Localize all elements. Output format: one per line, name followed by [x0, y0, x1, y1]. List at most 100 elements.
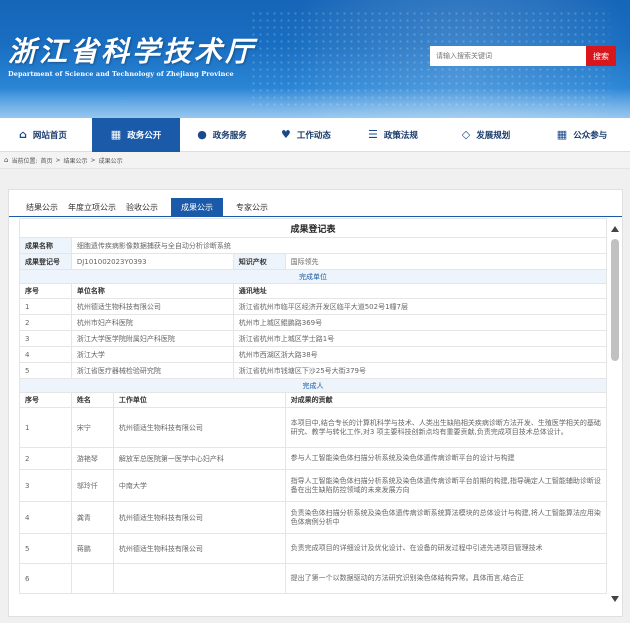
col-header: 工作单位 — [112, 392, 286, 408]
breadcrumb-item-current[interactable]: 成果公示 — [99, 156, 123, 165]
units-section-title: 完成单位 — [19, 269, 607, 284]
table-row: 1 宋宁 杭州德适生物科技有限公司 本项目中,结合专长的计算机科学与技术、人类出… — [19, 407, 607, 448]
tab-underline — [9, 216, 622, 217]
cell-address: 杭州市西湖区浙大路38号 — [232, 346, 607, 363]
table-row: 3 邬玲仟 中南大学 指导人工智能染色体扫描分析系统及染色体遗传病诊断平台前期的… — [19, 469, 607, 502]
cell-index: 1 — [19, 298, 72, 315]
col-header: 序号 — [19, 283, 72, 299]
tab-annual-project[interactable]: 年度立项公示 — [63, 198, 121, 216]
tab-expert[interactable]: 专家公示 — [231, 198, 273, 216]
col-header: 单位名称 — [70, 283, 234, 299]
people-icon: ▦ — [556, 128, 568, 141]
cell-contribution: 本项目中,结合专长的计算机科学与技术、人类出生缺陷相关疾病诊断方法开发、生殖医学… — [284, 407, 607, 448]
chat-icon: ● — [197, 128, 207, 141]
breadcrumb: ⌂ 当前位置: 首页 > 结果公示 > 成果公示 — [0, 152, 630, 169]
reg-label: 成果登记号 — [19, 253, 72, 270]
table-row: 6 提出了第一个以数据驱动的方法研究识别染色体结构异常。具体而言,结合正 — [19, 563, 607, 594]
nav-item-gov-service[interactable]: ● 政务服务 — [180, 118, 264, 152]
cell-unit: 杭州市妇产科医院 — [70, 314, 234, 331]
scroll-up-icon[interactable] — [611, 226, 619, 232]
search-box: 搜索 — [430, 46, 616, 66]
scroll-down-icon[interactable] — [611, 596, 619, 602]
table-row: 5 浙江省医疗器械检验研究院 浙江省杭州市钱塘区下沙25号大街379号 — [19, 362, 607, 379]
breadcrumb-sep: > — [55, 156, 61, 164]
cell-index: 3 — [19, 469, 72, 502]
cell-index: 5 — [19, 533, 72, 564]
scroll-thumb[interactable] — [611, 239, 619, 361]
cell-index: 6 — [19, 563, 72, 594]
tab-bar: 结果公示 年度立项公示 验收公示 成果公示 专家公示 — [21, 198, 273, 216]
nav-item-gov-open[interactable]: ▦ 政务公开 — [92, 117, 180, 152]
breadcrumb-prefix: 当前位置: — [11, 157, 38, 165]
cell-employer — [112, 563, 286, 594]
cell-person: 游艳琴 — [70, 447, 114, 470]
cell-person: 邬玲仟 — [70, 469, 114, 502]
vertical-scrollbar[interactable] — [610, 226, 620, 610]
content-panel: 结果公示 年度立项公示 验收公示 成果公示 专家公示 成果登记表 成果名称 细胞… — [8, 189, 623, 617]
site-logo-cn[interactable]: 浙江省科学技术厅 — [8, 30, 256, 70]
record-title: 成果登记表 — [19, 218, 607, 238]
cell-index: 4 — [19, 501, 72, 534]
cell-index: 2 — [19, 314, 72, 331]
tab-result-notice[interactable]: 结果公示 — [21, 198, 63, 216]
table-row: 2 杭州市妇产科医院 杭州市上城区鲲鹏路369号 — [19, 314, 607, 331]
location-icon: ⌂ — [4, 156, 9, 164]
cell-contribution: 负责染色体扫描分析系统及染色体遗传病诊断系统算法模块的总体设计与构建,将人工智能… — [284, 501, 607, 534]
table-row: 4 龚青 杭州德适生物科技有限公司 负责染色体扫描分析系统及染色体遗传病诊断系统… — [19, 501, 607, 534]
header-fade — [0, 88, 630, 118]
record-table: 成果登记表 成果名称 细胞遗传疾病影像数据捕获与全自动分析诊断系统 成果登记号 … — [19, 218, 607, 594]
table-row: 3 浙江大学医学院附属妇产科医院 浙江省杭州市上城区学士路1号 — [19, 330, 607, 347]
breadcrumb-item-home[interactable]: 首页 — [40, 156, 52, 165]
search-input[interactable] — [430, 46, 586, 66]
cell-unit: 浙江省医疗器械检验研究院 — [70, 362, 234, 379]
heart-icon: ♥ — [281, 128, 291, 141]
cell-index: 2 — [19, 447, 72, 470]
grid-icon: ▦ — [110, 128, 122, 141]
col-header: 姓名 — [70, 392, 114, 408]
nav-item-planning[interactable]: ◇ 发展规划 — [438, 118, 534, 152]
breadcrumb-item-results[interactable]: 结果公示 — [64, 156, 88, 165]
cell-contribution: 提出了第一个以数据驱动的方法研究识别染色体结构异常。具体而言,结合正 — [284, 563, 607, 594]
cell-unit: 杭州德适生物科技有限公司 — [70, 298, 234, 315]
cell-person: 蒋鹏 — [70, 533, 114, 564]
col-header: 对成果的贡献 — [284, 392, 607, 408]
cell-address: 浙江省杭州市临平区经济开发区临平大道502号1幢7层 — [232, 298, 607, 315]
list-icon: ☰ — [368, 128, 378, 141]
nav-item-work-news[interactable]: ♥ 工作动态 — [264, 118, 348, 152]
table-row: 5 蒋鹏 杭州德适生物科技有限公司 负责完成项目的详细设计及优化设计、在设备的研… — [19, 533, 607, 564]
cell-index: 3 — [19, 330, 72, 347]
home-icon: ⌂ — [19, 128, 27, 141]
tab-acceptance[interactable]: 验收公示 — [121, 198, 163, 216]
reg-value: DJ101002023Y0393 — [70, 253, 234, 270]
nav-item-policy[interactable]: ☰ 政策法规 — [348, 118, 438, 152]
name-label: 成果名称 — [19, 237, 72, 254]
cell-unit: 浙江大学医学院附属妇产科医院 — [70, 330, 234, 347]
cell-person — [70, 563, 114, 594]
col-header: 序号 — [19, 392, 72, 408]
table-row: 2 游艳琴 解放军总医院第一医学中心妇产科 参与人工智能染色体扫描分析系统及染色… — [19, 447, 607, 470]
cell-contribution: 负责完成项目的详细设计及优化设计、在设备的研发过程中引进先进项目管理技术 — [284, 533, 607, 564]
cell-employer: 杭州德适生物科技有限公司 — [112, 501, 286, 534]
cell-address: 浙江省杭州市上城区学士路1号 — [232, 330, 607, 347]
ip-label: 知识产权 — [232, 253, 286, 270]
handshake-icon: ◇ — [461, 128, 471, 141]
tab-achievement[interactable]: 成果公示 — [171, 198, 223, 216]
cell-unit: 浙江大学 — [70, 346, 234, 363]
nav-item-public[interactable]: ▦ 公众参与 — [534, 118, 630, 152]
table-row: 4 浙江大学 杭州市西湖区浙大路38号 — [19, 346, 607, 363]
ip-value: 国际领先 — [284, 253, 607, 270]
cell-index: 1 — [19, 407, 72, 448]
breadcrumb-sep: > — [90, 156, 96, 164]
record-scroll-area[interactable]: 成果登记表 成果名称 细胞遗传疾病影像数据捕获与全自动分析诊断系统 成果登记号 … — [19, 218, 607, 616]
cell-person: 宋宁 — [70, 407, 114, 448]
cell-person: 龚青 — [70, 501, 114, 534]
cell-employer: 杭州德适生物科技有限公司 — [112, 533, 286, 564]
cell-employer: 杭州德适生物科技有限公司 — [112, 407, 286, 448]
cell-contribution: 指导人工智能染色体扫描分析系统及染色体遗传病诊断平台前期的构建,指导确定人工智能… — [284, 469, 607, 502]
main-nav: ⌂ 网站首页 ▦ 政务公开 ● 政务服务 ♥ 工作动态 ☰ 政策法规 ◇ 发展规划 ▦ 公众参… — [0, 117, 630, 152]
nav-item-home[interactable]: ⌂ 网站首页 — [0, 118, 86, 152]
name-value: 细胞遗传疾病影像数据捕获与全自动分析诊断系统 — [70, 237, 607, 254]
cell-index: 5 — [19, 362, 72, 379]
cell-employer: 中南大学 — [112, 469, 286, 502]
search-button[interactable]: 搜索 — [586, 46, 616, 66]
